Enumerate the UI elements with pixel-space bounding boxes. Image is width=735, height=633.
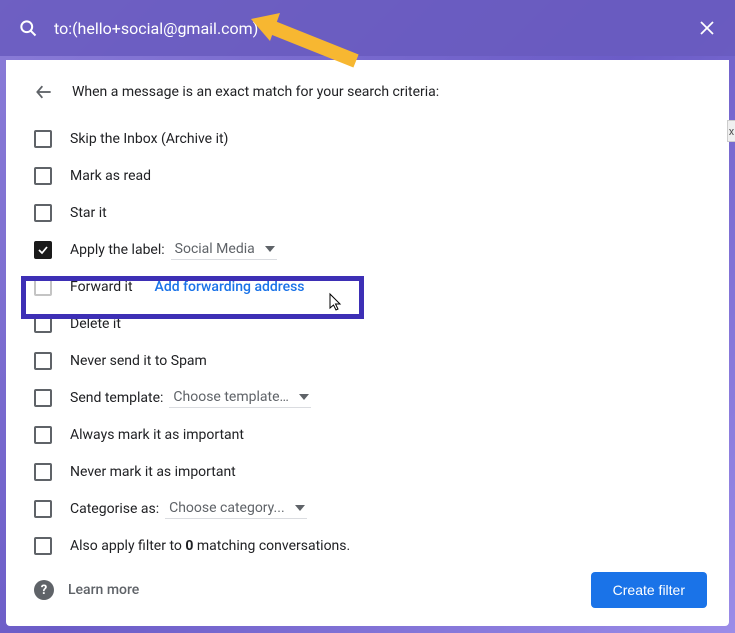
checkbox-skip-inbox[interactable]: [34, 130, 52, 148]
checkbox-always-important[interactable]: [34, 426, 52, 444]
checkbox-apply-label[interactable]: [34, 241, 52, 259]
checkbox-categorise[interactable]: [34, 500, 52, 518]
create-filter-button[interactable]: Create filter: [591, 572, 707, 608]
option-always-important: Always mark it as important: [34, 416, 729, 453]
search-input[interactable]: to:(hello+social@gmail.com): [54, 19, 695, 38]
close-icon[interactable]: [695, 16, 719, 40]
caret-down-icon: [295, 503, 305, 513]
send-template-prefix: Send template:: [70, 390, 163, 406]
also-apply-suffix: matching conversations.: [193, 538, 350, 554]
label-categorise: Categorise as: Choose category...: [70, 498, 307, 519]
label-never-important: Never mark it as important: [70, 464, 236, 480]
label-forward-it: Forward it: [70, 279, 133, 295]
checkbox-never-important[interactable]: [34, 463, 52, 481]
send-template-value: Choose template…: [173, 389, 288, 405]
label-send-template: Send template: Choose template…: [70, 387, 311, 408]
option-delete-it: Delete it: [34, 305, 729, 342]
apply-label-dropdown[interactable]: Social Media: [171, 239, 277, 260]
checkbox-mark-read[interactable]: [34, 167, 52, 185]
checkbox-delete-it[interactable]: [34, 315, 52, 333]
label-delete-it: Delete it: [70, 316, 121, 332]
search-bar: to:(hello+social@gmail.com): [0, 0, 735, 56]
options-list: Skip the Inbox (Archive it) Mark as read…: [6, 120, 729, 564]
panel-title: When a message is an exact match for you…: [72, 84, 439, 100]
option-star-it: Star it: [34, 194, 729, 231]
checkbox-send-template[interactable]: [34, 389, 52, 407]
checkbox-also-apply[interactable]: [34, 537, 52, 555]
also-apply-prefix: Also apply filter to: [70, 538, 185, 554]
learn-more-label: Learn more: [68, 582, 139, 598]
label-never-spam: Never send it to Spam: [70, 353, 207, 369]
label-apply-label: Apply the label: Social Media: [70, 239, 277, 260]
label-also-apply: Also apply filter to 0 matching conversa…: [70, 538, 350, 554]
option-send-template: Send template: Choose template…: [34, 379, 729, 416]
checkbox-forward-it[interactable]: [34, 278, 52, 296]
option-also-apply: Also apply filter to 0 matching conversa…: [34, 527, 729, 564]
help-icon: ?: [34, 580, 54, 600]
search-icon[interactable]: [16, 16, 40, 40]
option-never-spam: Never send it to Spam: [34, 342, 729, 379]
panel-footer: ? Learn more Create filter: [34, 572, 707, 608]
caret-down-icon: [299, 392, 309, 402]
send-template-dropdown[interactable]: Choose template…: [169, 387, 310, 408]
side-fragment: x: [727, 120, 735, 142]
label-star-it: Star it: [70, 205, 107, 221]
caret-down-icon: [265, 244, 275, 254]
panel-header: When a message is an exact match for you…: [6, 60, 729, 120]
checkbox-star-it[interactable]: [34, 204, 52, 222]
categorise-prefix: Categorise as:: [70, 501, 159, 517]
back-arrow-icon[interactable]: [34, 82, 54, 102]
option-skip-inbox: Skip the Inbox (Archive it): [34, 120, 729, 157]
option-mark-read: Mark as read: [34, 157, 729, 194]
checkbox-never-spam[interactable]: [34, 352, 52, 370]
option-categorise: Categorise as: Choose category...: [34, 490, 729, 527]
label-skip-inbox: Skip the Inbox (Archive it): [70, 131, 228, 147]
filter-panel: When a message is an exact match for you…: [6, 60, 729, 626]
option-forward-it: Forward it Add forwarding address: [34, 268, 729, 305]
label-mark-read: Mark as read: [70, 168, 151, 184]
learn-more-link[interactable]: ? Learn more: [34, 580, 139, 600]
label-always-important: Always mark it as important: [70, 427, 244, 443]
add-forwarding-link[interactable]: Add forwarding address: [155, 279, 305, 295]
apply-label-prefix: Apply the label:: [70, 242, 165, 258]
apply-label-value: Social Media: [175, 241, 255, 257]
categorise-dropdown[interactable]: Choose category...: [165, 498, 307, 519]
categorise-value: Choose category...: [169, 500, 285, 516]
option-apply-label: Apply the label: Social Media: [34, 231, 729, 268]
option-never-important: Never mark it as important: [34, 453, 729, 490]
